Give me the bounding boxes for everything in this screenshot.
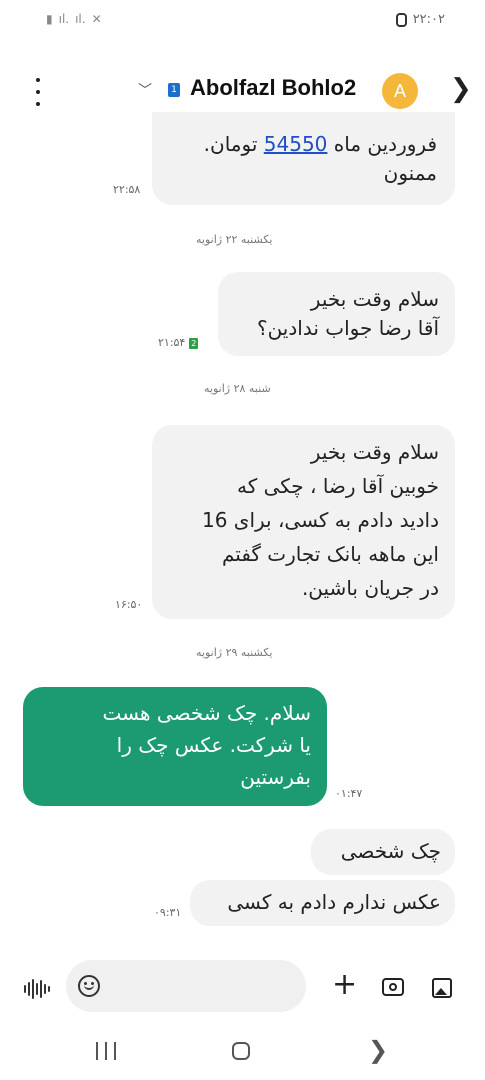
- message-bubble[interactable]: چک شخصی: [311, 829, 455, 875]
- chevron-right-icon[interactable]: ❯: [450, 74, 472, 104]
- system-nav-bar: ❯: [0, 1028, 485, 1080]
- message-time: ۰۱:۴۷: [335, 787, 363, 800]
- avatar[interactable]: A: [382, 73, 418, 109]
- battery-saver-icon: ▮: [46, 12, 53, 26]
- message-bubble[interactable]: سلام وقت بخیر خوبین آقا رضا ، چکی که داد…: [152, 425, 455, 619]
- more-options-icon[interactable]: [28, 78, 48, 106]
- message-input[interactable]: [66, 960, 306, 1012]
- date-separator: شنبه ۲۸ ژانویه: [204, 382, 271, 395]
- voice-icon[interactable]: [24, 978, 50, 1000]
- sim2-badge: 2: [189, 337, 199, 349]
- back-icon[interactable]: ❯: [368, 1036, 388, 1064]
- message-line: فروردین ماه 54550 تومان.: [203, 132, 437, 156]
- recent-apps-icon[interactable]: [96, 1042, 116, 1060]
- plus-icon[interactable]: +: [332, 970, 357, 1000]
- date-separator: یکشنبه ۲۹ ژانویه: [196, 646, 273, 659]
- status-right: ۲۲:۰۲: [395, 12, 445, 27]
- phone-number-link[interactable]: 54550: [264, 132, 328, 156]
- message-composer: +: [0, 958, 485, 1018]
- signal-icon-2: ıl.: [75, 12, 86, 26]
- outgoing-message-bubble[interactable]: سلام. چک شخصی هست یا شرکت. عکس چک را بفر…: [23, 687, 327, 806]
- message-bubble[interactable]: عکس ندارم دادم به کسی: [190, 880, 455, 926]
- message-time: ۱۶:۵۰: [115, 598, 143, 611]
- message-time: ۲۱:۵۴ 2: [158, 336, 199, 349]
- battery-icon: [395, 12, 407, 27]
- home-icon[interactable]: [232, 1042, 250, 1060]
- message-time: ۲۲:۵۸: [113, 183, 141, 196]
- message-time: ۰۹:۳۱: [154, 906, 182, 919]
- sim-badge: 1: [168, 83, 180, 97]
- gallery-icon[interactable]: [432, 978, 452, 998]
- status-time: ۲۲:۰۲: [412, 12, 445, 27]
- emoji-icon[interactable]: [78, 975, 100, 997]
- message-line: ممنون: [383, 161, 437, 185]
- camera-icon[interactable]: [382, 978, 404, 996]
- status-bar: ▮ ıl. ıl. ✕ ۲۲:۰۲: [0, 0, 485, 44]
- contact-name[interactable]: Abolfazl Bohlo2: [190, 75, 356, 101]
- chevron-down-icon[interactable]: ﹀: [138, 80, 152, 100]
- signal-icon: ıl.: [58, 12, 70, 26]
- message-bubble[interactable]: فروردین ماه 54550 تومان. ممنون: [152, 112, 455, 205]
- mute-icon: ✕: [91, 12, 102, 26]
- status-icons: ▮ ıl. ıl. ✕: [46, 12, 102, 26]
- date-separator: یکشنبه ۲۲ ژانویه: [196, 233, 273, 246]
- message-bubble[interactable]: سلام وقت بخیر آقا رضا جواب ندادین؟: [218, 272, 455, 356]
